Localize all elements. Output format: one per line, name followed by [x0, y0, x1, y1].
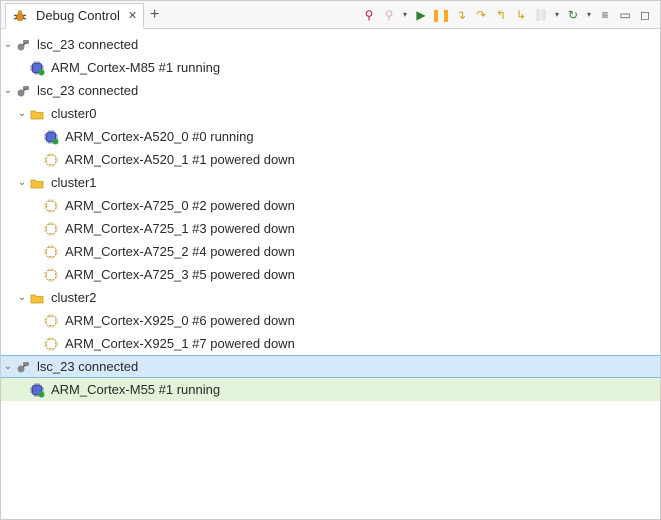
- connect-menu[interactable]: ▾: [400, 10, 410, 19]
- tree-connection[interactable]: lsc_23 connected: [1, 33, 660, 56]
- close-icon[interactable]: ✕: [128, 9, 137, 22]
- chip-icon: [43, 313, 59, 329]
- run-button[interactable]: ▶: [412, 6, 430, 24]
- tree-cluster[interactable]: cluster2: [1, 286, 660, 309]
- tree-label: ARM_Cortex-A725_0 #2 powered down: [63, 198, 295, 213]
- chip-icon: [43, 267, 59, 283]
- connection-icon: [15, 83, 31, 99]
- connection-icon: [15, 359, 31, 375]
- step-instruction-button[interactable]: ↳: [512, 6, 530, 24]
- chip-icon: [43, 221, 59, 237]
- tree-label: lsc_23 connected: [35, 83, 138, 98]
- tree-connection[interactable]: lsc_23 connected: [1, 79, 660, 102]
- tree-label: cluster0: [49, 106, 97, 121]
- chip-icon: [43, 152, 59, 168]
- chip-icon: [43, 336, 59, 352]
- expand-toggle[interactable]: [15, 177, 29, 188]
- step-into-button[interactable]: ↴: [452, 6, 470, 24]
- connect-button[interactable]: ⚲: [360, 6, 378, 24]
- tree-label: cluster2: [49, 290, 97, 305]
- tree-label: ARM_Cortex-A725_1 #3 powered down: [63, 221, 295, 236]
- tree-core[interactable]: ARM_Cortex-A725_0 #2 powered down: [1, 194, 660, 217]
- tab-title: Debug Control: [36, 8, 120, 23]
- chip-icon: [43, 198, 59, 214]
- connection-icon: [15, 37, 31, 53]
- tree-label: ARM_Cortex-X925_0 #6 powered down: [63, 313, 295, 328]
- tree-core[interactable]: ARM_Cortex-A520_1 #1 powered down: [1, 148, 660, 171]
- debug-tree[interactable]: lsc_23 connected ARM_Cortex-M85 #1 runnin…: [1, 29, 660, 405]
- tab-bar: Debug Control ✕ + ⚲ ⚲ ▾ ▶ ❚❚ ↴ ↷ ↰ ↳ ⛓ ▾…: [1, 1, 660, 29]
- chip-icon: [29, 60, 45, 76]
- folder-icon: [29, 290, 45, 306]
- tree-label: ARM_Cortex-A520_1 #1 powered down: [63, 152, 295, 167]
- expand-toggle[interactable]: [1, 39, 15, 50]
- new-tab-button[interactable]: +: [144, 2, 165, 28]
- tree-label: ARM_Cortex-A725_2 #4 powered down: [63, 244, 295, 259]
- tree-label: lsc_23 connected: [35, 359, 138, 374]
- link-button[interactable]: ⛓: [532, 6, 550, 24]
- tree-label: ARM_Cortex-M85 #1 running: [49, 60, 220, 75]
- tree-label: cluster1: [49, 175, 97, 190]
- expand-toggle[interactable]: [1, 361, 15, 372]
- refresh-button[interactable]: ↻: [564, 6, 582, 24]
- maximize-button[interactable]: ◻: [636, 6, 654, 24]
- tab-debug-control[interactable]: Debug Control ✕: [5, 3, 144, 29]
- tree-core[interactable]: ARM_Cortex-X925_0 #6 powered down: [1, 309, 660, 332]
- folder-icon: [29, 175, 45, 191]
- tree-core[interactable]: ARM_Cortex-X925_1 #7 powered down: [1, 332, 660, 355]
- folder-icon: [29, 106, 45, 122]
- tree-core[interactable]: ARM_Cortex-A725_1 #3 powered down: [1, 217, 660, 240]
- tree-cluster[interactable]: cluster1: [1, 171, 660, 194]
- tree-label: ARM_Cortex-X925_1 #7 powered down: [63, 336, 295, 351]
- tree-connection[interactable]: lsc_23 connected: [1, 355, 660, 378]
- tree-core[interactable]: ARM_Cortex-M85 #1 running: [1, 56, 660, 79]
- tree-label: ARM_Cortex-M55 #1 running: [49, 382, 220, 397]
- disconnect-button[interactable]: ⚲: [380, 6, 398, 24]
- step-out-button[interactable]: ↰: [492, 6, 510, 24]
- tree-core[interactable]: ARM_Cortex-A520_0 #0 running: [1, 125, 660, 148]
- chip-icon: [43, 129, 59, 145]
- tree-core[interactable]: ARM_Cortex-A725_3 #5 powered down: [1, 263, 660, 286]
- link-menu[interactable]: ▾: [552, 10, 562, 19]
- expand-toggle[interactable]: [1, 85, 15, 96]
- chip-icon: [29, 382, 45, 398]
- chip-icon: [43, 244, 59, 260]
- tree-label: ARM_Cortex-A725_3 #5 powered down: [63, 267, 295, 282]
- tree-core[interactable]: ARM_Cortex-A725_2 #4 powered down: [1, 240, 660, 263]
- step-over-button[interactable]: ↷: [472, 6, 490, 24]
- view-menu-button[interactable]: ≡: [596, 6, 614, 24]
- tree-label: ARM_Cortex-A520_0 #0 running: [63, 129, 254, 144]
- expand-toggle[interactable]: [15, 108, 29, 119]
- tree-core[interactable]: ARM_Cortex-M55 #1 running: [1, 378, 660, 401]
- pause-button[interactable]: ❚❚: [432, 6, 450, 24]
- expand-toggle[interactable]: [15, 292, 29, 303]
- tree-cluster[interactable]: cluster0: [1, 102, 660, 125]
- minimize-button[interactable]: ▭: [616, 6, 634, 24]
- toolbar: ⚲ ⚲ ▾ ▶ ❚❚ ↴ ↷ ↰ ↳ ⛓ ▾ ↻ ▾ ≡ ▭ ◻: [360, 6, 656, 24]
- tree-label: lsc_23 connected: [35, 37, 138, 52]
- bug-icon: [12, 8, 28, 24]
- refresh-menu[interactable]: ▾: [584, 10, 594, 19]
